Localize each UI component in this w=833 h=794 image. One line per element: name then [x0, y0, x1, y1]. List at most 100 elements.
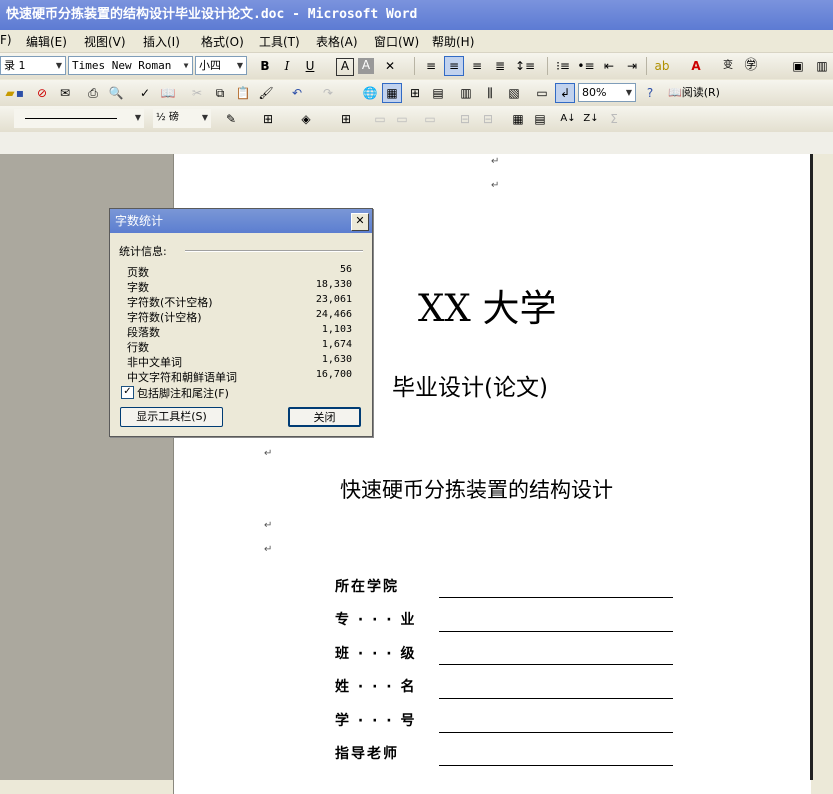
show-hide-icon[interactable]: ▭	[532, 83, 552, 103]
bullets-icon[interactable]: •≡	[576, 56, 596, 76]
email-icon[interactable]: ✉	[55, 83, 75, 103]
field-underline[interactable]	[439, 631, 673, 632]
research-icon[interactable]: 📖	[158, 83, 178, 103]
dialog-title: 字数统计	[115, 214, 164, 228]
font-size-combo[interactable]: 小四 ▼	[195, 56, 247, 75]
field-underline[interactable]	[439, 698, 673, 699]
field-underline[interactable]	[439, 765, 673, 766]
include-footnotes-checkbox[interactable]: ✓	[121, 386, 134, 399]
tables-borders-icon[interactable]: ▦	[382, 83, 402, 103]
align-center-icon[interactable]: ≡	[444, 56, 464, 76]
style-combo[interactable]: 录 1 ▼	[0, 56, 66, 75]
insert-excel-icon[interactable]: ▤	[428, 83, 448, 103]
char-shading-icon[interactable]: A	[358, 58, 374, 74]
align-cell-icon[interactable]: ▭	[420, 109, 440, 129]
align-right-icon[interactable]: ≡	[467, 56, 487, 76]
line-style-combo[interactable]: ▼	[14, 109, 144, 128]
help-icon[interactable]: ?	[640, 83, 660, 103]
menu-help[interactable]: 帮助(H)	[432, 33, 474, 50]
close-button-label: 关闭	[313, 411, 336, 424]
menu-window[interactable]: 窗口(W)	[374, 33, 419, 50]
line-weight-combo[interactable]: ½ 磅 ▼	[153, 109, 211, 128]
permission-icon[interactable]: ⊘	[32, 83, 52, 103]
separator	[414, 57, 415, 75]
close-icon[interactable]: ✕	[351, 213, 369, 231]
split-cells-icon[interactable]: ▭	[392, 109, 412, 129]
font-size-value: 小四	[199, 59, 221, 72]
show-toolbar-button[interactable]: 显示工具栏(S)	[120, 407, 223, 427]
justify-icon[interactable]: ≣	[490, 56, 510, 76]
italic-icon[interactable]: I	[277, 56, 297, 76]
copy-icon[interactable]: ⧉	[210, 83, 230, 103]
redo-icon[interactable]: ↷	[318, 83, 338, 103]
format-painter-icon[interactable]: 🖌	[256, 83, 276, 103]
paragraph-mark: ↵	[264, 520, 273, 531]
document-map-icon[interactable]: ▧	[504, 83, 524, 103]
paragraph-mark-icon[interactable]: ↲	[555, 83, 575, 103]
autofit-icon[interactable]: ▤	[530, 109, 550, 129]
decrease-indent-icon[interactable]: ⇤	[599, 56, 619, 76]
menu-view[interactable]: 视图(V)	[84, 33, 126, 50]
highlight-icon[interactable]: ab	[652, 56, 672, 76]
distribute-rows-icon[interactable]: ⊟	[455, 109, 475, 129]
vertical-scrollbar[interactable]	[813, 154, 833, 780]
enclose-char-icon[interactable]: ㊫	[741, 56, 761, 76]
drawing-icon[interactable]: ⫼	[480, 83, 500, 103]
close-button[interactable]: 关闭	[288, 407, 361, 427]
autosum-icon[interactable]: Σ	[604, 109, 624, 129]
line-spacing-icon[interactable]: ↕≡	[515, 56, 535, 76]
menu-format[interactable]: 格式(O)	[201, 33, 244, 50]
char-scale-icon[interactable]: ✕	[380, 56, 400, 76]
field-label-student-id: 学 · · · 号	[335, 713, 417, 729]
menu-edit[interactable]: 编辑(E)	[26, 33, 67, 50]
spelling-icon[interactable]: ✓	[135, 83, 155, 103]
print-icon[interactable]: ⎙	[83, 83, 103, 103]
outside-border-icon[interactable]: ⊞	[258, 109, 278, 129]
phonetic-guide-icon[interactable]: 变	[718, 56, 738, 76]
font-combo[interactable]: Times New Roman ▼	[68, 56, 193, 75]
stat-value: 1,630	[321, 354, 352, 365]
sort-descending-icon[interactable]: Z↓	[581, 109, 601, 129]
print-preview-icon[interactable]: 🔍	[106, 83, 126, 103]
chevron-down-icon: ▼	[201, 113, 209, 122]
insert-table-icon[interactable]: ⊞	[405, 83, 425, 103]
bold-icon[interactable]: B	[255, 56, 275, 76]
field-underline[interactable]	[439, 732, 673, 733]
window-title: 快速硬币分拣装置的结构设计毕业设计论文.doc - Microsoft Word	[6, 7, 418, 22]
paste-icon[interactable]: 📋	[233, 83, 253, 103]
numbering-icon[interactable]: ⁝≡	[553, 56, 573, 76]
shading-color-icon[interactable]: ◈	[296, 109, 316, 129]
save-icon[interactable]: ▪	[10, 83, 30, 103]
menu-insert[interactable]: 插入(I)	[143, 33, 180, 50]
book-icon: 📖	[668, 86, 682, 99]
menu-bar: F) 编辑(E) 视图(V) 插入(I) 格式(O) 工具(T) 表格(A) 窗…	[0, 30, 833, 53]
align-left-icon[interactable]: ≡	[421, 56, 441, 76]
columns-icon[interactable]: ▥	[456, 83, 476, 103]
menu-file[interactable]: F)	[0, 33, 12, 47]
chevron-down-icon: ▼	[134, 113, 142, 122]
table-autoformat-icon[interactable]: ▦	[508, 109, 528, 129]
merge-cells-icon[interactable]: ▭	[370, 109, 390, 129]
undo-icon[interactable]: ↶	[287, 83, 307, 103]
increase-indent-icon[interactable]: ⇥	[622, 56, 642, 76]
hyperlink-icon[interactable]: 🌐	[360, 83, 380, 103]
char-border-icon[interactable]: A	[336, 58, 354, 76]
field-underline[interactable]	[439, 664, 673, 665]
columns-icon[interactable]: ▥	[812, 56, 832, 76]
horizontal-ruler	[0, 132, 833, 155]
menu-table[interactable]: 表格(A)	[316, 33, 358, 50]
font-color-icon[interactable]: A	[686, 56, 706, 76]
zoom-combo[interactable]: 80% ▼	[578, 83, 636, 102]
zoom-value: 80%	[582, 86, 607, 99]
menu-tools[interactable]: 工具(T)	[259, 33, 300, 50]
insert-table-icon[interactable]: ⊞	[336, 109, 356, 129]
cut-icon[interactable]: ✂	[187, 83, 207, 103]
underline-icon[interactable]: U	[300, 56, 320, 76]
dialog-title-bar[interactable]: 字数统计	[110, 209, 372, 233]
field-underline[interactable]	[439, 597, 673, 598]
read-mode-button[interactable]: 📖阅读(R)	[668, 83, 732, 103]
picture-icon[interactable]: ▣	[788, 56, 808, 76]
distribute-columns-icon[interactable]: ⊟	[478, 109, 498, 129]
sort-ascending-icon[interactable]: A↓	[558, 109, 578, 129]
border-color-icon[interactable]: ✎	[221, 109, 241, 129]
